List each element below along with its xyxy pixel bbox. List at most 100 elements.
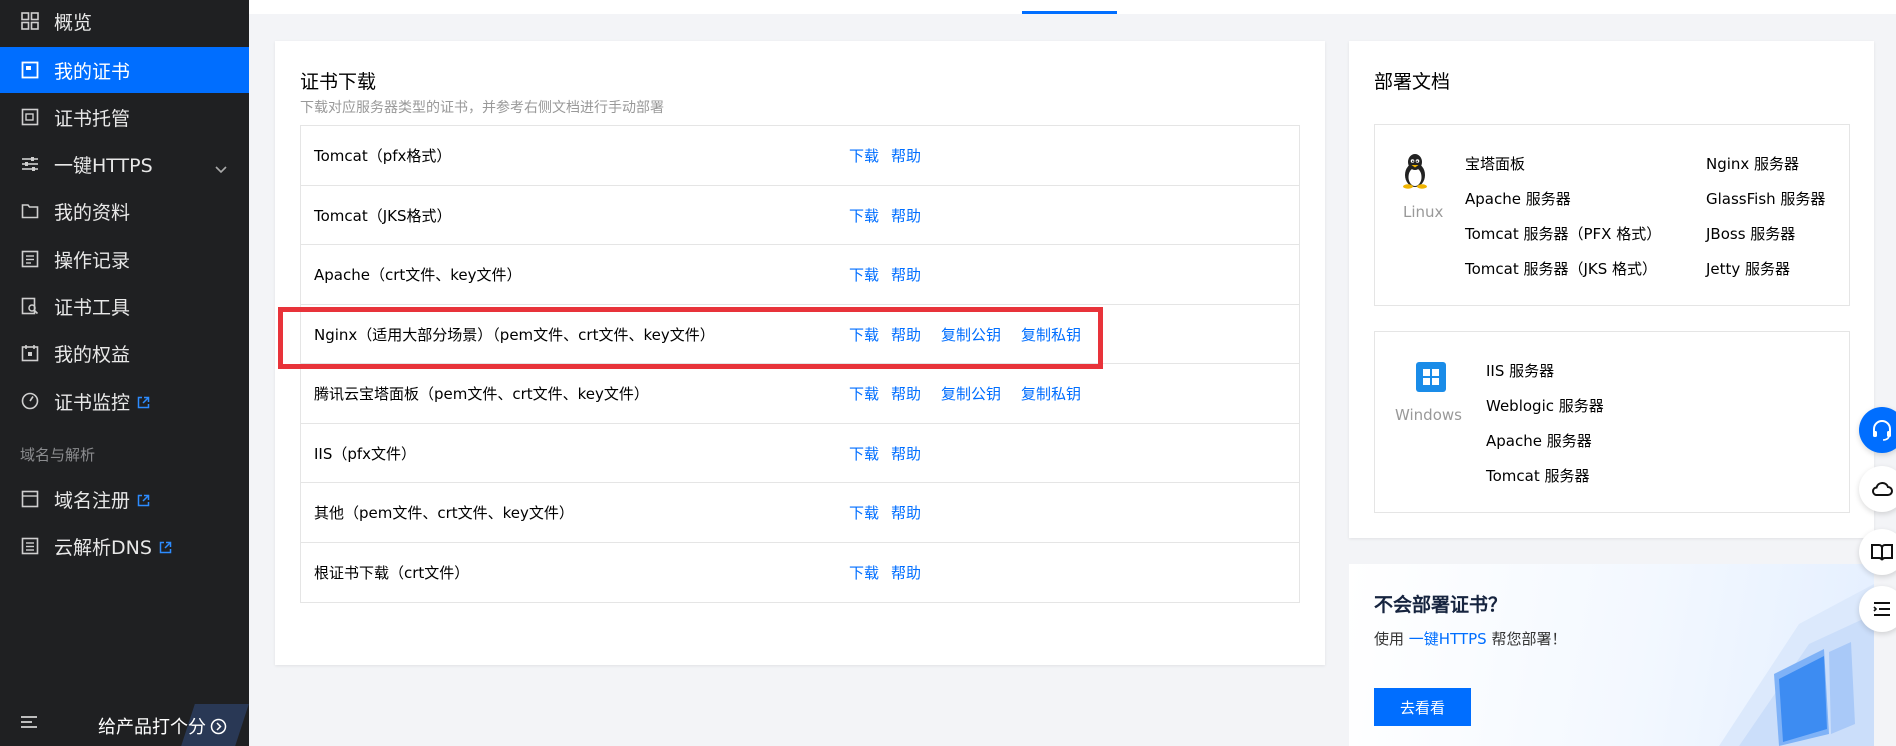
headset-icon: [1873, 420, 1891, 441]
windows-docs-box: Windows IIS 服务器 Weblogic 服务器 Apache 服务器 …: [1374, 331, 1850, 513]
sidebar-item-cert-tools[interactable]: 证书工具: [0, 283, 249, 329]
doc-link[interactable]: Tomcat 服务器（JKS 格式）: [1465, 258, 1657, 279]
active-tab-indicator: [1022, 11, 1117, 14]
promo-desc-suffix: 帮您部署！: [1491, 630, 1567, 648]
table-row: Tomcat（pfx格式） 下载 帮助: [301, 126, 1299, 186]
sidebar-item-operation-log[interactable]: 操作记录: [0, 236, 249, 282]
sidebar-item-domain-registration[interactable]: 域名注册: [0, 476, 249, 522]
go-check-button[interactable]: 去看看: [1374, 688, 1471, 726]
rate-product-link[interactable]: 给产品打个分: [98, 713, 227, 739]
sidebar-footer: 给产品打个分: [0, 700, 249, 746]
help-link[interactable]: 帮助: [891, 266, 921, 284]
doc-link[interactable]: Jetty 服务器: [1706, 258, 1790, 279]
help-link[interactable]: 帮助: [891, 207, 921, 225]
doc-link[interactable]: Apache 服务器: [1486, 430, 1592, 451]
tool-icon: [20, 296, 40, 316]
server-type-name: IIS（pfx文件）: [314, 444, 417, 463]
doc-link[interactable]: Tomcat 服务器: [1486, 465, 1590, 486]
doc-link[interactable]: 宝塔面板: [1465, 153, 1525, 174]
sidebar-item-label: 证书工具: [54, 296, 131, 319]
table-row: Apache（crt文件、key文件） 下载 帮助: [301, 245, 1299, 305]
table-row: Tomcat（JKS格式） 下载 帮助: [301, 186, 1299, 245]
table-row: 其他（pem文件、crt文件、key文件） 下载 帮助: [301, 483, 1299, 543]
rate-product-label: 给产品打个分: [98, 717, 206, 738]
doc-link[interactable]: GlassFish 服务器: [1706, 188, 1825, 209]
sidebar-item-label: 一键HTTPS: [54, 154, 153, 177]
sidebar-item-label: 证书托管: [54, 107, 131, 130]
collapse-menu-icon[interactable]: [20, 714, 38, 734]
linux-icon: [1385, 153, 1445, 193]
doc-link[interactable]: Apache 服务器: [1465, 188, 1571, 209]
table-row: 根证书下载（crt文件） 下载 帮助: [301, 543, 1299, 603]
sidebar-item-cloud-dns[interactable]: 云解析DNS: [0, 523, 249, 569]
sidebar-item-my-benefits[interactable]: 我的权益: [0, 330, 249, 376]
sidebar-item-label: 我的证书: [54, 60, 131, 83]
windows-label: Windows: [1395, 406, 1462, 424]
download-link[interactable]: 下载: [849, 504, 879, 522]
sidebar-item-cert-hosting[interactable]: 证书托管: [0, 94, 249, 140]
domain-icon: [20, 489, 40, 509]
server-type-name: 其他（pem文件、crt文件、key文件）: [314, 504, 574, 522]
download-link[interactable]: 下载: [849, 147, 879, 165]
linux-docs-box: Linux 宝塔面板 Apache 服务器 Tomcat 服务器（PFX 格式）…: [1374, 124, 1850, 306]
download-link[interactable]: 下载: [849, 564, 879, 582]
server-type-name: Tomcat（pfx格式）: [314, 147, 452, 165]
help-link[interactable]: 帮助: [891, 445, 921, 463]
sidebar-item-overview[interactable]: 概览: [0, 0, 249, 44]
sidebar-item-my-profile[interactable]: 我的资料: [0, 188, 249, 234]
list-icon: [1873, 602, 1890, 616]
doc-link[interactable]: IIS 服务器: [1486, 360, 1554, 381]
doc-link[interactable]: JBoss 服务器: [1706, 223, 1795, 244]
book-icon: [1871, 544, 1893, 561]
sidebar-item-label: 我的资料: [54, 201, 131, 224]
table-row: 腾讯云宝塔面板（pem文件、crt文件、key文件） 下载 帮助 复制公钥 复制私钥: [301, 364, 1299, 424]
help-link[interactable]: 帮助: [891, 385, 921, 403]
help-link[interactable]: 帮助: [891, 504, 921, 522]
sidebar-item-my-certificates[interactable]: 我的证书: [0, 47, 249, 93]
help-link[interactable]: 帮助: [891, 564, 921, 582]
panel-subtitle: 下载对应服务器类型的证书，并参考右侧文档进行手动部署: [300, 100, 664, 116]
download-table: Tomcat（pfx格式） 下载 帮助 Tomcat（JKS格式） 下载 帮助 Ap…: [300, 125, 1300, 603]
promo-illustration: [1719, 584, 1874, 746]
doc-link[interactable]: Nginx 服务器: [1706, 153, 1799, 174]
help-link[interactable]: 帮助: [891, 147, 921, 165]
sidebar: 概览 我的证书 证书托管 一键HTTPS 我的资料 操作记录 证书工具 我的权益…: [0, 0, 249, 746]
download-link[interactable]: 下载: [849, 326, 879, 344]
sidebar-group-domain: 域名与解析: [20, 446, 96, 464]
copy-public-key-link[interactable]: 复制公钥: [941, 326, 1001, 344]
external-link-icon: [137, 490, 150, 512]
dashboard-icon: [20, 11, 40, 31]
doc-link[interactable]: Weblogic 服务器: [1486, 395, 1604, 416]
doc-link[interactable]: Tomcat 服务器（PFX 格式）: [1465, 223, 1661, 244]
monitor-icon: [20, 391, 40, 411]
tab-bar: [249, 0, 1896, 14]
one-click-https-link[interactable]: 一键HTTPS: [1409, 630, 1487, 648]
promo-description: 使用 一键HTTPS 帮您部署！: [1374, 628, 1567, 649]
download-link[interactable]: 下载: [849, 207, 879, 225]
arrow-circle-icon: [210, 718, 227, 734]
sidebar-item-cert-monitor[interactable]: 证书监控: [0, 378, 249, 424]
sidebar-item-one-click-https[interactable]: 一键HTTPS: [0, 141, 249, 187]
sidebar-item-label: 操作记录: [54, 249, 131, 272]
sliders-icon: [20, 154, 40, 174]
copy-private-key-link[interactable]: 复制私钥: [1021, 326, 1081, 344]
download-link[interactable]: 下载: [849, 445, 879, 463]
help-link[interactable]: 帮助: [891, 326, 921, 344]
promo-title: 不会部署证书？: [1374, 594, 1508, 616]
chevron-down-icon[interactable]: [215, 157, 227, 179]
deploy-docs-panel: 部署文档 Linux 宝塔面板 Apache 服务器 Tomcat 服务器（PF…: [1349, 41, 1874, 538]
download-link[interactable]: 下载: [849, 266, 879, 284]
panel-title: 证书下载: [300, 71, 377, 93]
calendar-icon: [20, 343, 40, 363]
table-row: Nginx（适用大部分场景）（pem文件、crt文件、key文件） 下载 帮助 复制…: [301, 305, 1299, 364]
sidebar-item-label: 概览: [54, 11, 93, 34]
server-type-name: Tomcat（JKS格式）: [314, 206, 452, 225]
sidebar-item-label: 我的权益: [54, 343, 131, 366]
copy-public-key-link[interactable]: 复制公钥: [941, 385, 1001, 403]
copy-private-key-link[interactable]: 复制私钥: [1021, 385, 1081, 403]
certificate-icon: [20, 60, 40, 80]
download-link[interactable]: 下载: [849, 385, 879, 403]
sidebar-item-label: 证书监控: [54, 391, 131, 414]
dns-icon: [20, 536, 40, 556]
cloud-icon: [1872, 481, 1893, 496]
